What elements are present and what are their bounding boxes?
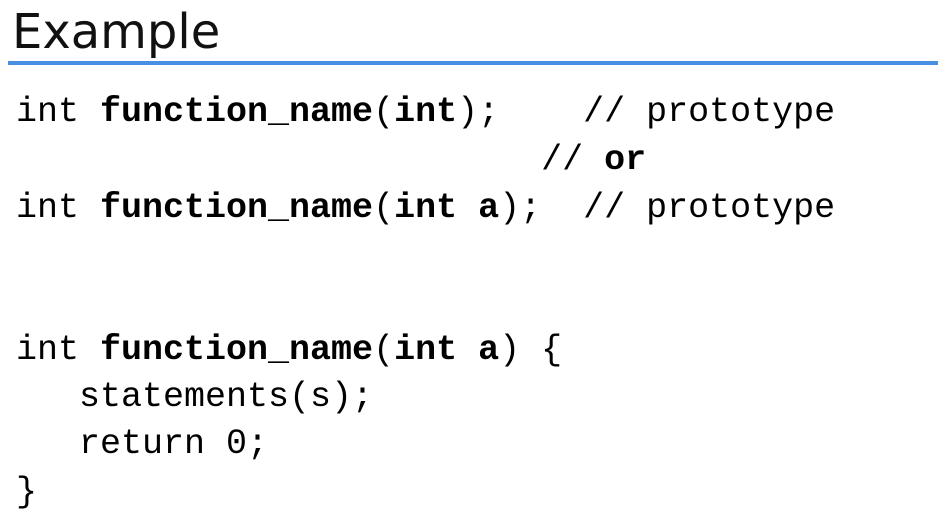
function-name: function_name <box>100 188 374 228</box>
return-type: int <box>16 188 101 228</box>
close-paren: ); <box>499 188 542 228</box>
open-paren: ( <box>373 330 395 370</box>
return-type: int <box>16 330 101 370</box>
open-paren: ( <box>373 188 395 228</box>
parameter-list: int a <box>394 330 500 370</box>
comment: // prototype <box>583 188 836 228</box>
code-line-or: // or <box>16 140 646 180</box>
code-line-definition: int function_name(int a) { <box>16 330 562 370</box>
open-paren: ( <box>373 92 395 132</box>
close-paren-brace: ) { <box>499 330 563 370</box>
code-line-statements: statements(s); <box>16 377 374 417</box>
code-line-prototype-1: int function_name(int); // prototype <box>16 92 835 132</box>
function-name: function_name <box>100 330 374 370</box>
parameter-list: int a <box>394 188 500 228</box>
code-line-prototype-2: int function_name(int a); // prototype <box>16 188 835 228</box>
function-name: function_name <box>100 92 374 132</box>
comment-prefix: // <box>541 140 605 180</box>
spacing <box>16 140 541 180</box>
spacing <box>541 188 583 228</box>
title-underline <box>8 61 938 65</box>
code-line-return: return 0; <box>16 424 269 464</box>
parameter-list: int <box>394 92 458 132</box>
comment: // prototype <box>583 92 836 132</box>
close-paren: ); <box>457 92 500 132</box>
return-type: int <box>16 92 101 132</box>
page-title: Example <box>12 4 221 60</box>
code-line-closing-brace: } <box>16 472 38 512</box>
comment-or: or <box>604 140 647 180</box>
spacing <box>499 92 583 132</box>
